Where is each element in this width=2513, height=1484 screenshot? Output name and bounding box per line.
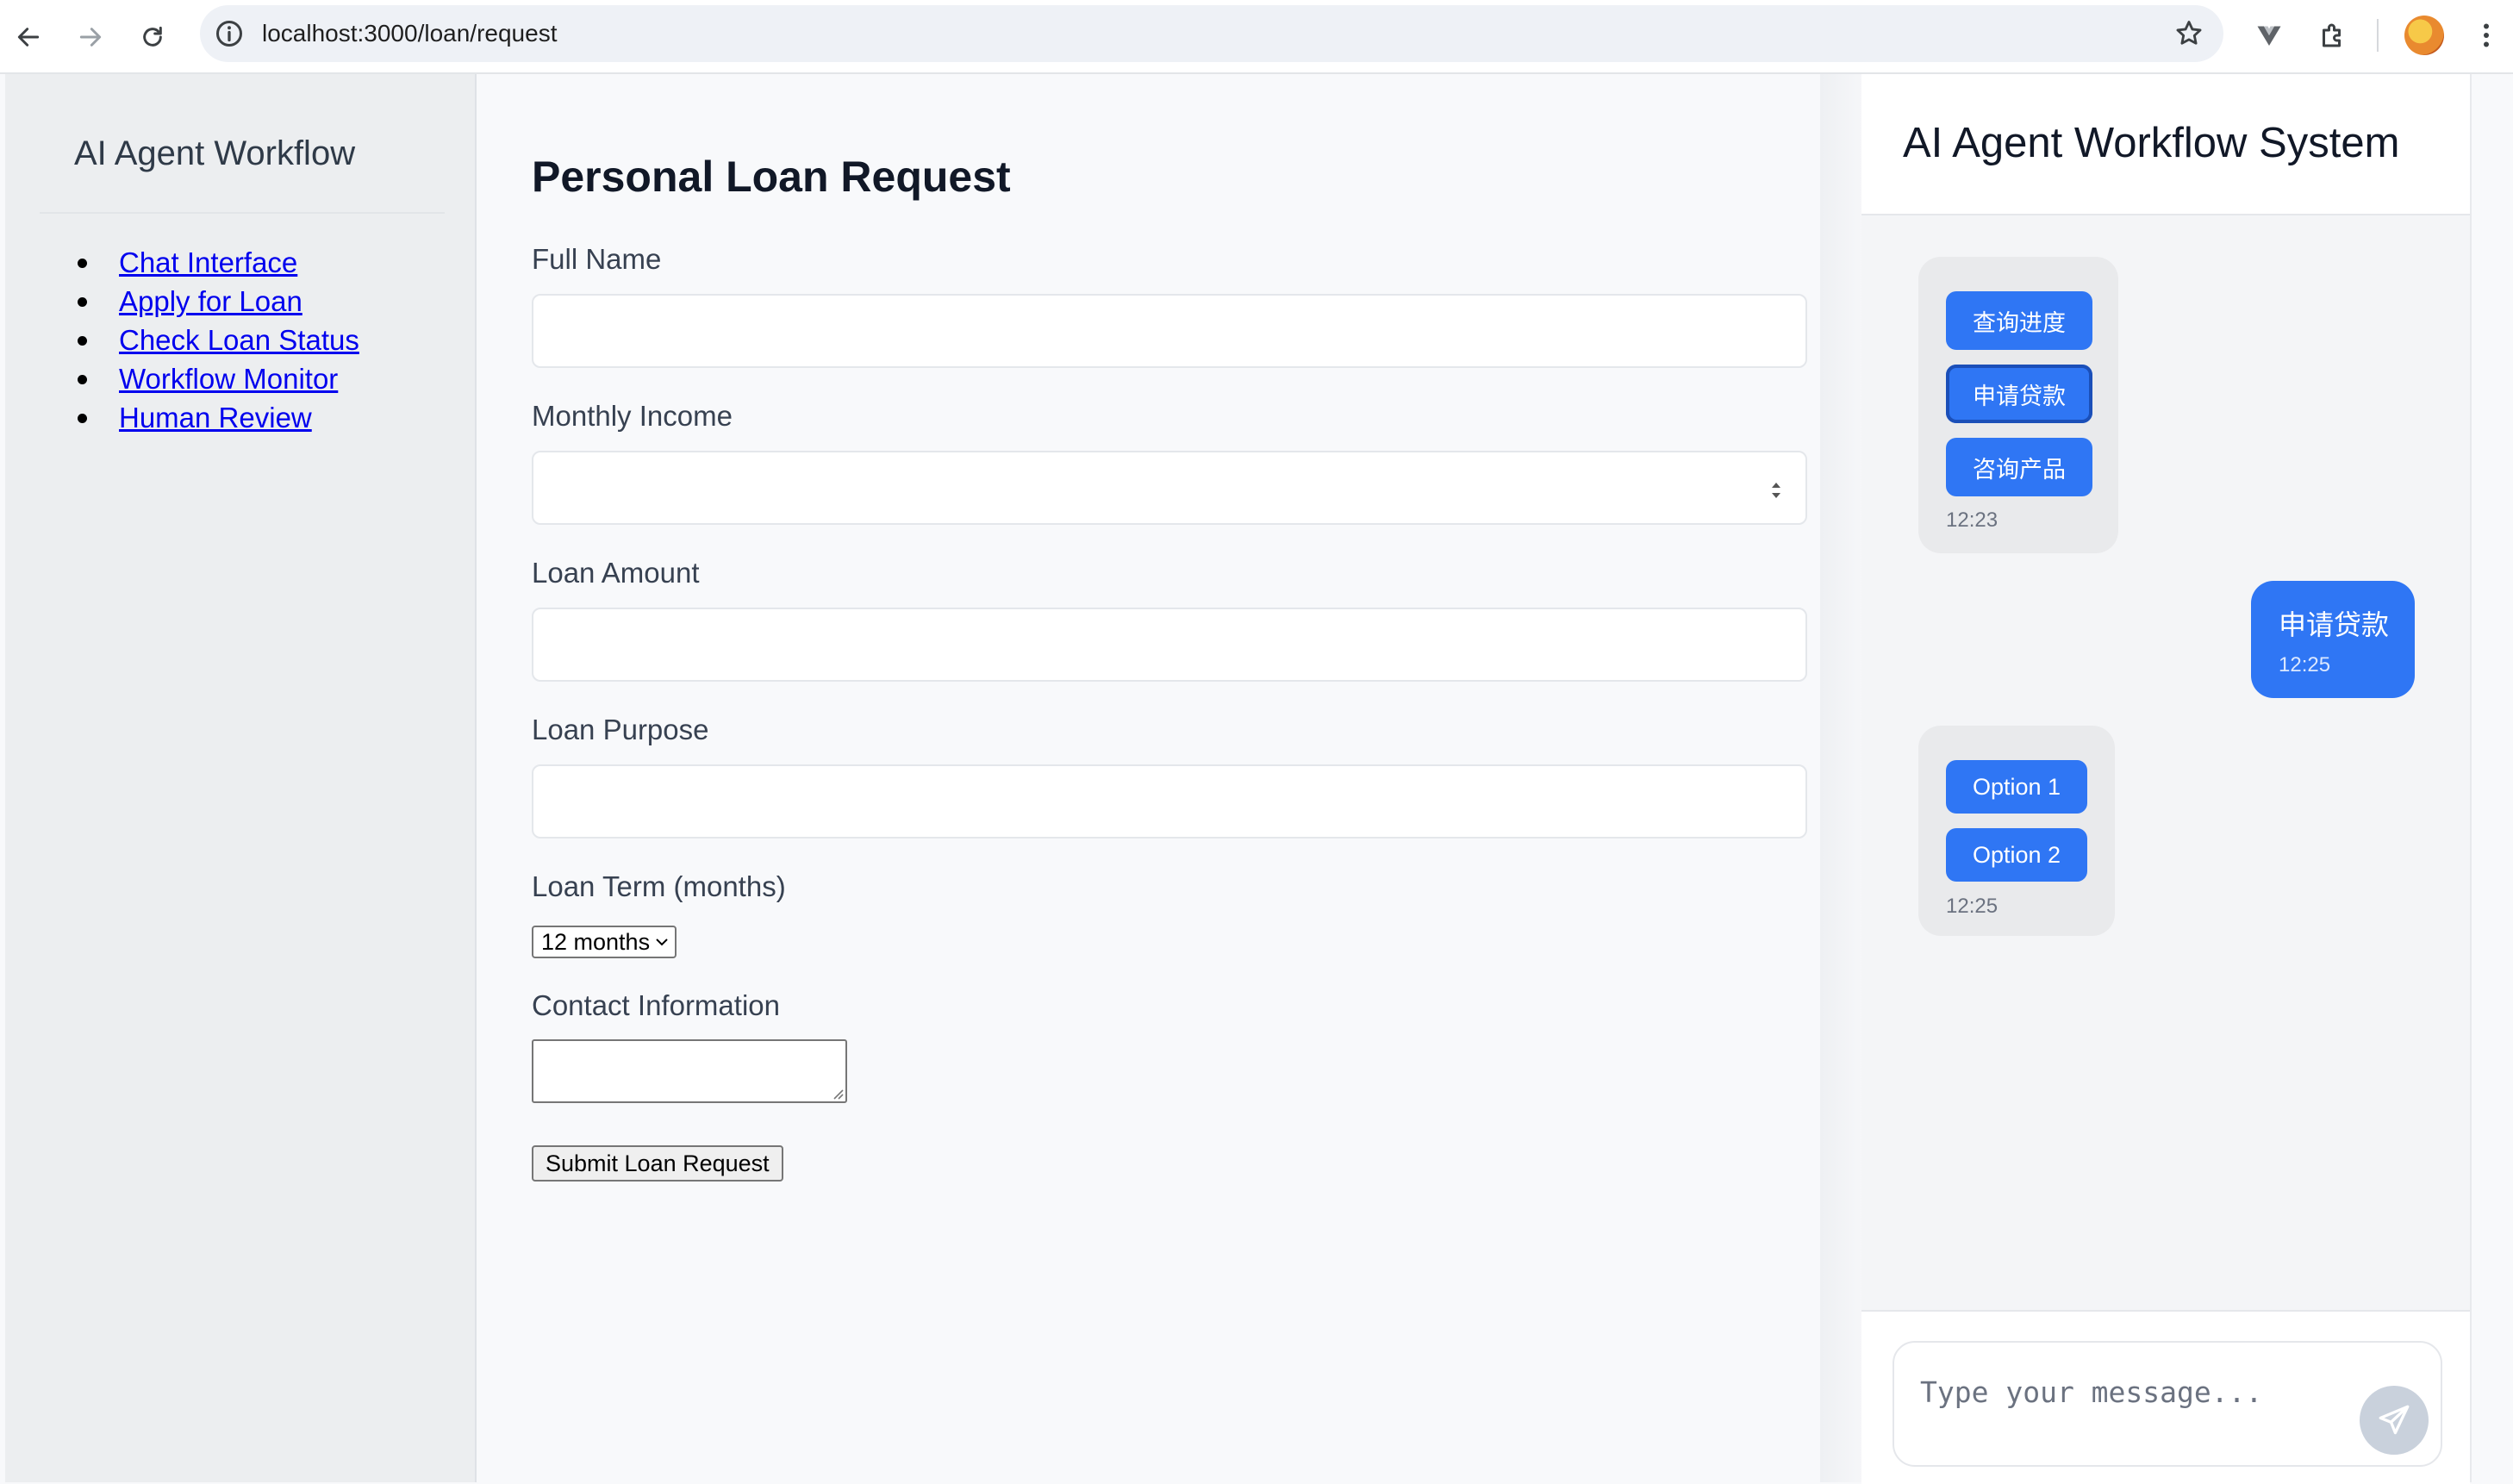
message-timestamp: 12:25 (2279, 653, 2331, 677)
sidebar-link-human-review[interactable]: Human Review (119, 402, 312, 433)
sidebar: AI Agent Workflow Chat Interface Apply f… (5, 74, 477, 1482)
quick-reply-option[interactable]: 查询进度 (1946, 291, 2092, 350)
number-spinner-icon[interactable] (1769, 478, 1783, 502)
message-timestamp: 12:25 (1946, 895, 1999, 918)
monthly-income-input[interactable] (532, 451, 1807, 525)
quick-reply-option-selected[interactable]: 申请贷款 (1946, 365, 2092, 423)
message-input-placeholder: Type your message... (1920, 1375, 2263, 1409)
send-button[interactable] (2360, 1386, 2429, 1455)
sidebar-link-chat-interface[interactable]: Chat Interface (119, 246, 297, 278)
loan-term-selected-value: 12 months (541, 928, 651, 955)
chevron-down-icon (656, 938, 668, 946)
arrow-right-icon (79, 28, 102, 47)
message-input[interactable]: Type your message... (1893, 1341, 2442, 1467)
loan-purpose-input[interactable] (532, 764, 1807, 839)
sidebar-item-check-loan-status: Check Loan Status (74, 321, 359, 359)
sidebar-link-check-loan-status[interactable]: Check Loan Status (119, 324, 359, 356)
reload-button[interactable] (131, 16, 174, 59)
send-icon (2379, 1405, 2410, 1435)
loan-request-form: Personal Loan Request Full Name Monthly … (477, 74, 1821, 1482)
forward-button[interactable] (69, 16, 112, 59)
address-bar[interactable]: localhost:3000/loan/request (200, 5, 2223, 62)
chat-header: AI Agent Workflow System (1861, 74, 2470, 215)
contact-information-label: Contact Information (532, 989, 780, 1021)
reload-icon (143, 26, 162, 47)
site-info-icon[interactable] (214, 18, 245, 49)
bot-message: Option 1 Option 2 12:25 (1918, 726, 2115, 936)
sidebar-item-apply-for-loan: Apply for Loan (74, 282, 359, 321)
quick-reply-option[interactable]: Option 1 (1946, 760, 2087, 814)
bot-message: 查询进度 申请贷款 咨询产品 12:23 (1918, 257, 2118, 553)
sidebar-item-human-review: Human Review (74, 398, 359, 437)
sidebar-title: AI Agent Workflow (74, 134, 356, 172)
loan-amount-input[interactable] (532, 608, 1807, 682)
extensions-menu-button[interactable] (2311, 14, 2354, 57)
user-message-text: 申请贷款 (2279, 609, 2390, 640)
more-vertical-icon (2484, 23, 2489, 47)
chat-panel: AI Agent Workflow System 查询进度 申请贷款 咨询产品 … (1861, 74, 2472, 1484)
page-title: Personal Loan Request (532, 153, 1011, 201)
chat-panel-shadow (1820, 74, 1863, 1482)
sidebar-link-apply-for-loan[interactable]: Apply for Loan (119, 285, 302, 317)
sidebar-item-workflow-monitor: Workflow Monitor (74, 359, 359, 398)
full-name-label: Full Name (532, 243, 662, 275)
quick-reply-option[interactable]: Option 2 (1946, 828, 2087, 882)
loan-term-select[interactable]: 12 months (532, 926, 677, 958)
loan-term-label: Loan Term (months) (532, 870, 786, 902)
profile-avatar[interactable] (2404, 16, 2444, 55)
submit-loan-request-button[interactable]: Submit Loan Request (532, 1145, 783, 1182)
browser-toolbar: localhost:3000/loan/request (0, 0, 2513, 74)
sidebar-item-chat-interface: Chat Interface (74, 243, 359, 282)
vue-devtools-icon (2257, 26, 2281, 46)
loan-amount-label: Loan Amount (532, 557, 700, 589)
resize-grip-icon[interactable] (832, 1088, 844, 1100)
toolbar-separator (2377, 19, 2379, 52)
bookmark-star-icon[interactable] (2173, 18, 2204, 49)
extension-button[interactable] (2248, 14, 2291, 57)
puzzle-icon (2323, 23, 2341, 47)
url-text: localhost:3000/loan/request (262, 20, 558, 47)
user-message: 申请贷款 12:25 (2251, 581, 2415, 698)
monthly-income-label: Monthly Income (532, 400, 733, 432)
full-name-input[interactable] (532, 294, 1807, 368)
back-button[interactable] (7, 16, 50, 59)
contact-information-textarea[interactable] (532, 1039, 847, 1103)
sidebar-link-workflow-monitor[interactable]: Workflow Monitor (119, 363, 338, 395)
chat-input-area: Type your message... (1861, 1310, 2470, 1484)
quick-reply-option[interactable]: 咨询产品 (1946, 438, 2092, 496)
loan-purpose-label: Loan Purpose (532, 714, 709, 745)
message-timestamp: 12:23 (1946, 508, 1999, 532)
sidebar-divider (40, 212, 445, 214)
chat-title: AI Agent Workflow System (1903, 120, 2400, 166)
arrow-left-icon (17, 28, 40, 47)
chrome-menu-button[interactable] (2465, 14, 2508, 57)
sidebar-nav: Chat Interface Apply for Loan Check Loan… (74, 243, 359, 437)
